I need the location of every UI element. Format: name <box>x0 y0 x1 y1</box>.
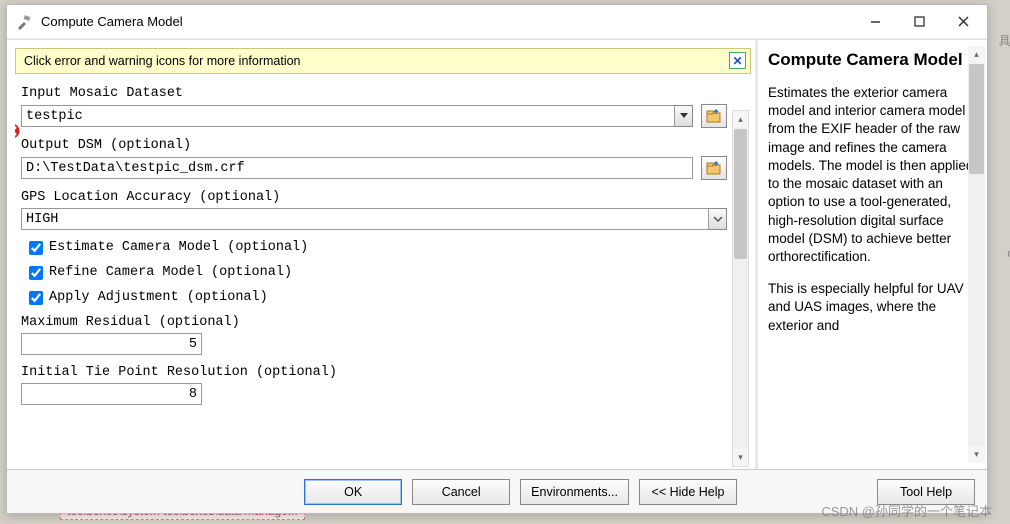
cancel-button[interactable]: Cancel <box>412 479 510 505</box>
label-input-mosaic: Input Mosaic Dataset <box>21 86 727 101</box>
checkbox-refine-camera[interactable]: Refine Camera Model (optional) <box>29 265 727 280</box>
window-title: Compute Camera Model <box>41 14 853 29</box>
maximize-button[interactable] <box>897 7 941 37</box>
input-gps-accuracy[interactable] <box>21 208 709 230</box>
ok-button[interactable]: OK <box>304 479 402 505</box>
error-icon[interactable] <box>15 122 21 140</box>
input-output-dsm[interactable] <box>21 157 693 179</box>
field-max-residual: Maximum Residual (optional) <box>21 315 727 355</box>
label-tie-point: Initial Tie Point Resolution (optional) <box>21 365 727 380</box>
checkbox-input[interactable] <box>29 241 43 255</box>
checkbox-estimate-camera[interactable]: Estimate Camera Model (optional) <box>29 240 727 255</box>
minimize-button[interactable] <box>853 7 897 37</box>
dialog-window: Compute Camera Model Click error and war… <box>6 4 988 514</box>
hammer-icon <box>15 13 33 31</box>
info-bar-text: Click error and warning icons for more i… <box>24 54 301 68</box>
info-bar: Click error and warning icons for more i… <box>15 48 751 74</box>
close-button[interactable] <box>941 7 985 37</box>
field-gps-accuracy: GPS Location Accuracy (optional) <box>21 190 727 230</box>
dropdown-button[interactable] <box>675 105 693 127</box>
scroll-thumb[interactable] <box>734 129 747 259</box>
scroll-down-icon[interactable]: ▾ <box>733 449 748 466</box>
input-max-residual[interactable] <box>21 333 202 355</box>
hide-help-button[interactable]: << Hide Help <box>639 479 737 505</box>
field-input-mosaic: Input Mosaic Dataset <box>21 86 727 128</box>
tool-help-button[interactable]: Tool Help <box>877 479 975 505</box>
checkbox-apply-adjustment[interactable]: Apply Adjustment (optional) <box>29 290 727 305</box>
input-mosaic-dataset[interactable] <box>21 105 675 127</box>
label-output-dsm: Output DSM (optional) <box>21 138 727 153</box>
input-tie-point[interactable] <box>21 383 202 405</box>
browse-button[interactable] <box>701 156 727 180</box>
background-glyph: 具f <box>999 32 1010 49</box>
help-panel: Compute Camera Model Estimates the exter… <box>755 40 987 469</box>
help-paragraph: This is especially helpful for UAV and U… <box>768 280 981 335</box>
checkbox-label: Refine Camera Model (optional) <box>49 265 292 280</box>
scrollbar[interactable]: ▴ ▾ <box>732 110 749 467</box>
checkbox-label: Estimate Camera Model (optional) <box>49 240 308 255</box>
titlebar: Compute Camera Model <box>7 5 987 39</box>
parameters-panel: Click error and warning icons for more i… <box>7 40 755 469</box>
help-paragraph: Estimates the exterior camera model and … <box>768 84 981 266</box>
browse-button[interactable] <box>701 104 727 128</box>
label-gps-accuracy: GPS Location Accuracy (optional) <box>21 190 727 205</box>
button-bar: OK Cancel Environments... << Hide Help T… <box>7 469 987 513</box>
field-tie-point-resolution: Initial Tie Point Resolution (optional) <box>21 365 727 405</box>
scroll-up-icon[interactable]: ▴ <box>733 111 748 128</box>
checkbox-label: Apply Adjustment (optional) <box>49 290 268 305</box>
scroll-up-icon[interactable]: ▴ <box>968 46 985 63</box>
label-max-residual: Maximum Residual (optional) <box>21 315 727 330</box>
scrollbar[interactable]: ▴ ▾ <box>968 46 985 463</box>
dropdown-button[interactable] <box>709 208 727 230</box>
scroll-thumb[interactable] <box>969 64 984 174</box>
checkbox-input[interactable] <box>29 291 43 305</box>
scroll-down-icon[interactable]: ▾ <box>968 446 985 463</box>
checkbox-input[interactable] <box>29 266 43 280</box>
environments-button[interactable]: Environments... <box>520 479 629 505</box>
info-bar-close[interactable]: ✕ <box>729 52 746 69</box>
help-title: Compute Camera Model <box>768 50 981 70</box>
field-output-dsm: Output DSM (optional) <box>21 138 727 180</box>
